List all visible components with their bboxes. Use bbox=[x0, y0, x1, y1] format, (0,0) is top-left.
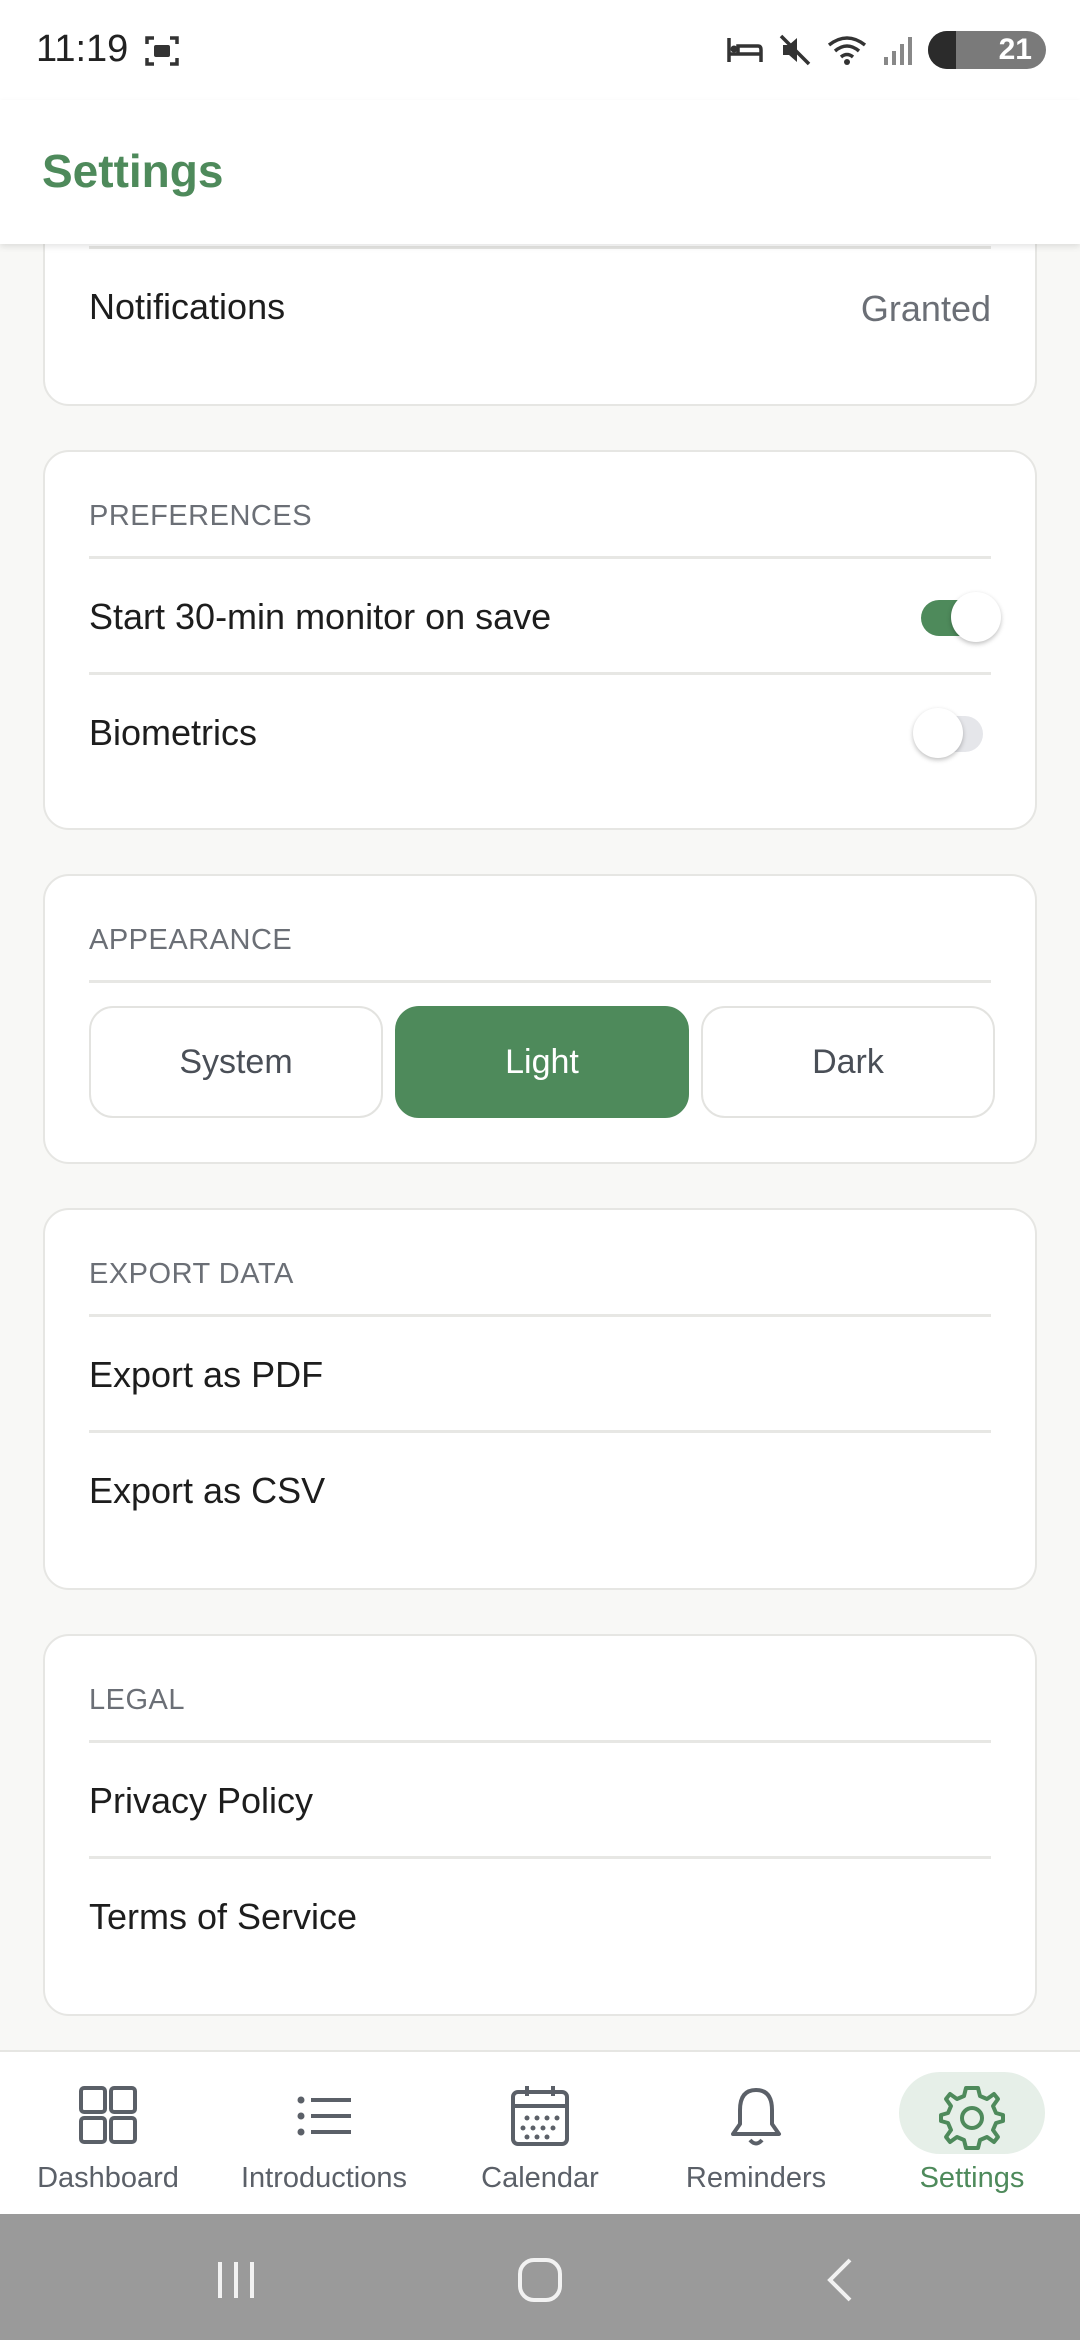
toggle-knob bbox=[913, 708, 963, 758]
app-header: Settings bbox=[0, 100, 1080, 244]
mute-icon bbox=[779, 34, 811, 66]
status-time: 11:19 bbox=[36, 28, 129, 70]
dashboard-icon bbox=[79, 2086, 137, 2144]
divider bbox=[89, 1856, 991, 1859]
nav-label: Introductions bbox=[240, 2162, 408, 2194]
biometrics-label: Biometrics bbox=[89, 712, 258, 753]
legal-card: LEGAL Privacy Policy Terms of Service bbox=[43, 1634, 1037, 2016]
section-title-appearance: APPEARANCE bbox=[89, 924, 293, 956]
calendar-icon bbox=[511, 2086, 569, 2146]
system-navigation-bar bbox=[0, 2214, 1080, 2340]
appearance-card: APPEARANCE System Light Dark bbox=[43, 874, 1037, 1164]
monitor-on-save-toggle[interactable] bbox=[921, 592, 1001, 642]
bell-icon bbox=[731, 2088, 781, 2146]
appearance-option-dark[interactable]: Dark bbox=[701, 1006, 995, 1118]
signal-icon bbox=[884, 37, 912, 65]
gear-icon bbox=[939, 2086, 1005, 2150]
preferences-card: PREFERENCES Start 30-min monitor on save… bbox=[43, 450, 1037, 830]
bed-icon bbox=[727, 38, 763, 62]
divider bbox=[89, 1740, 991, 1743]
recent-apps-icon[interactable] bbox=[208, 2252, 264, 2308]
export-pdf-item[interactable]: Export as PDF bbox=[89, 1354, 323, 1396]
bottom-navigation: Dashboard Introductions Calendar Reminde… bbox=[0, 2050, 1080, 2216]
monitor-on-save-label: Start 30-min monitor on save bbox=[89, 596, 552, 637]
nav-dashboard[interactable]: Dashboard bbox=[0, 2052, 216, 2216]
back-icon[interactable] bbox=[814, 2252, 870, 2308]
nav-introductions[interactable]: Introductions bbox=[216, 2052, 432, 2216]
notifications-status: Granted bbox=[860, 288, 991, 329]
page-title: Settings bbox=[42, 145, 224, 197]
section-title-export: EXPORT DATA bbox=[89, 1258, 294, 1290]
nav-label: Dashboard bbox=[37, 2162, 179, 2194]
divider bbox=[89, 672, 991, 675]
privacy-policy-link[interactable]: Privacy Policy bbox=[89, 1780, 313, 1822]
battery-icon: 21 bbox=[928, 31, 1046, 69]
nav-calendar[interactable]: Calendar bbox=[432, 2052, 648, 2216]
status-icons: 21 bbox=[726, 30, 1046, 70]
divider bbox=[89, 1430, 991, 1433]
appearance-option-system[interactable]: System bbox=[89, 1006, 383, 1118]
divider bbox=[89, 980, 991, 983]
divider bbox=[89, 1314, 991, 1317]
nav-label: Reminders bbox=[685, 2162, 827, 2194]
divider bbox=[89, 246, 991, 249]
wifi-icon bbox=[827, 36, 867, 65]
export-csv-item[interactable]: Export as CSV bbox=[89, 1470, 325, 1512]
terms-of-service-link[interactable]: Terms of Service bbox=[89, 1896, 357, 1938]
list-icon bbox=[297, 2096, 351, 2136]
nav-label: Settings bbox=[919, 2162, 1025, 2194]
biometrics-toggle[interactable] bbox=[913, 708, 983, 758]
nav-reminders[interactable]: Reminders bbox=[648, 2052, 864, 2216]
export-card: EXPORT DATA Export as PDF Export as CSV bbox=[43, 1208, 1037, 1590]
notifications-label: Notifications bbox=[89, 286, 286, 327]
nav-label: Calendar bbox=[481, 2162, 599, 2194]
nav-settings[interactable]: Settings bbox=[864, 2052, 1080, 2216]
appearance-option-light[interactable]: Light bbox=[395, 1006, 689, 1118]
section-title-legal: LEGAL bbox=[89, 1684, 185, 1716]
screenshot-icon bbox=[145, 36, 179, 66]
home-icon[interactable] bbox=[512, 2252, 568, 2308]
divider bbox=[89, 556, 991, 559]
section-title-preferences: PREFERENCES bbox=[89, 500, 313, 532]
status-bar: 11:19 21 bbox=[0, 0, 1080, 100]
battery-level: 21 bbox=[998, 33, 1032, 66]
toggle-knob bbox=[951, 592, 1001, 642]
